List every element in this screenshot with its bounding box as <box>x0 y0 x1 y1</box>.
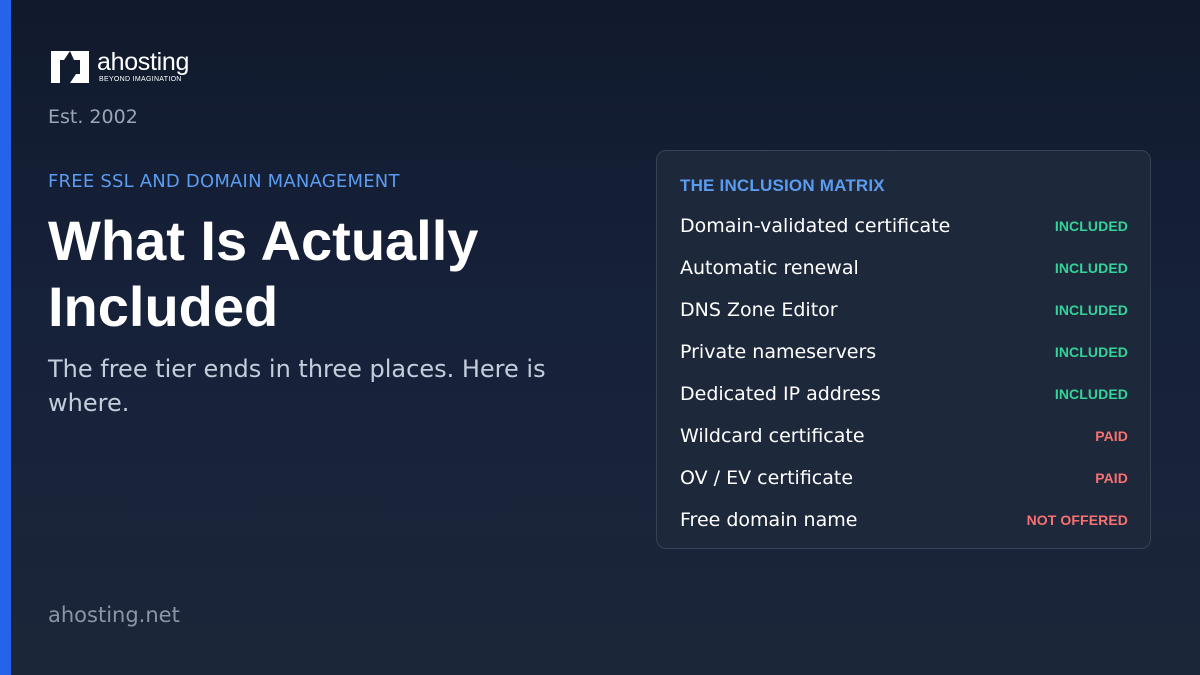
matrix-row: Dedicated IP address INCLUDED <box>680 373 1128 415</box>
matrix-heading: THE INCLUSION MATRIX <box>680 176 885 195</box>
matrix-row: Automatic renewal INCLUDED <box>680 247 1128 289</box>
status-badge: PAID <box>1095 470 1128 486</box>
accent-bar <box>0 0 11 675</box>
ahosting-logo-icon <box>51 51 89 83</box>
matrix-row: OV / EV certificate PAID <box>680 457 1128 499</box>
feature-label: DNS Zone Editor <box>680 299 838 321</box>
matrix-row: Private nameservers INCLUDED <box>680 331 1128 373</box>
status-badge: INCLUDED <box>1054 218 1128 234</box>
inclusion-matrix-card: THE INCLUSION MATRIX Domain-validated ce… <box>656 150 1151 549</box>
matrix-row: Wildcard certificate PAID <box>680 415 1128 457</box>
feature-label: Automatic renewal <box>680 257 859 279</box>
status-badge: INCLUDED <box>1054 302 1128 318</box>
feature-label: Domain-validated certificate <box>680 215 951 237</box>
site-url[interactable]: ahosting.net <box>48 603 180 627</box>
feature-label: Dedicated IP address <box>680 383 881 405</box>
matrix-row: DNS Zone Editor INCLUDED <box>680 289 1128 331</box>
brand-logo[interactable]: ahosting BEYOND IMAGINATION <box>48 44 189 90</box>
established-year: Est. 2002 <box>48 106 138 128</box>
feature-label: OV / EV certificate <box>680 467 854 489</box>
status-badge: NOT OFFERED <box>1026 512 1128 528</box>
matrix-row: Free domain name NOT OFFERED <box>680 499 1128 541</box>
status-badge: INCLUDED <box>1054 260 1128 276</box>
page-title: What Is Actually Included <box>48 209 479 338</box>
page-subtitle: The free tier ends in three places. Here… <box>48 355 546 417</box>
feature-label: Free domain name <box>680 509 858 531</box>
status-badge: INCLUDED <box>1054 344 1128 360</box>
feature-label: Private nameservers <box>680 341 877 363</box>
brand-name: ahosting <box>97 48 190 76</box>
matrix-rows: Domain-validated certificate INCLUDED Auto… <box>680 205 1128 541</box>
brand-tagline: BEYOND IMAGINATION <box>99 76 182 83</box>
brand-wordmark: ahosting BEYOND IMAGINATION <box>97 50 189 84</box>
status-badge: PAID <box>1095 428 1128 444</box>
matrix-row: Domain-validated certificate INCLUDED <box>680 205 1128 247</box>
status-badge: INCLUDED <box>1054 386 1128 402</box>
eyebrow-label: FREE SSL AND DOMAIN MANAGEMENT <box>48 171 400 192</box>
feature-label: Wildcard certificate <box>680 425 865 447</box>
